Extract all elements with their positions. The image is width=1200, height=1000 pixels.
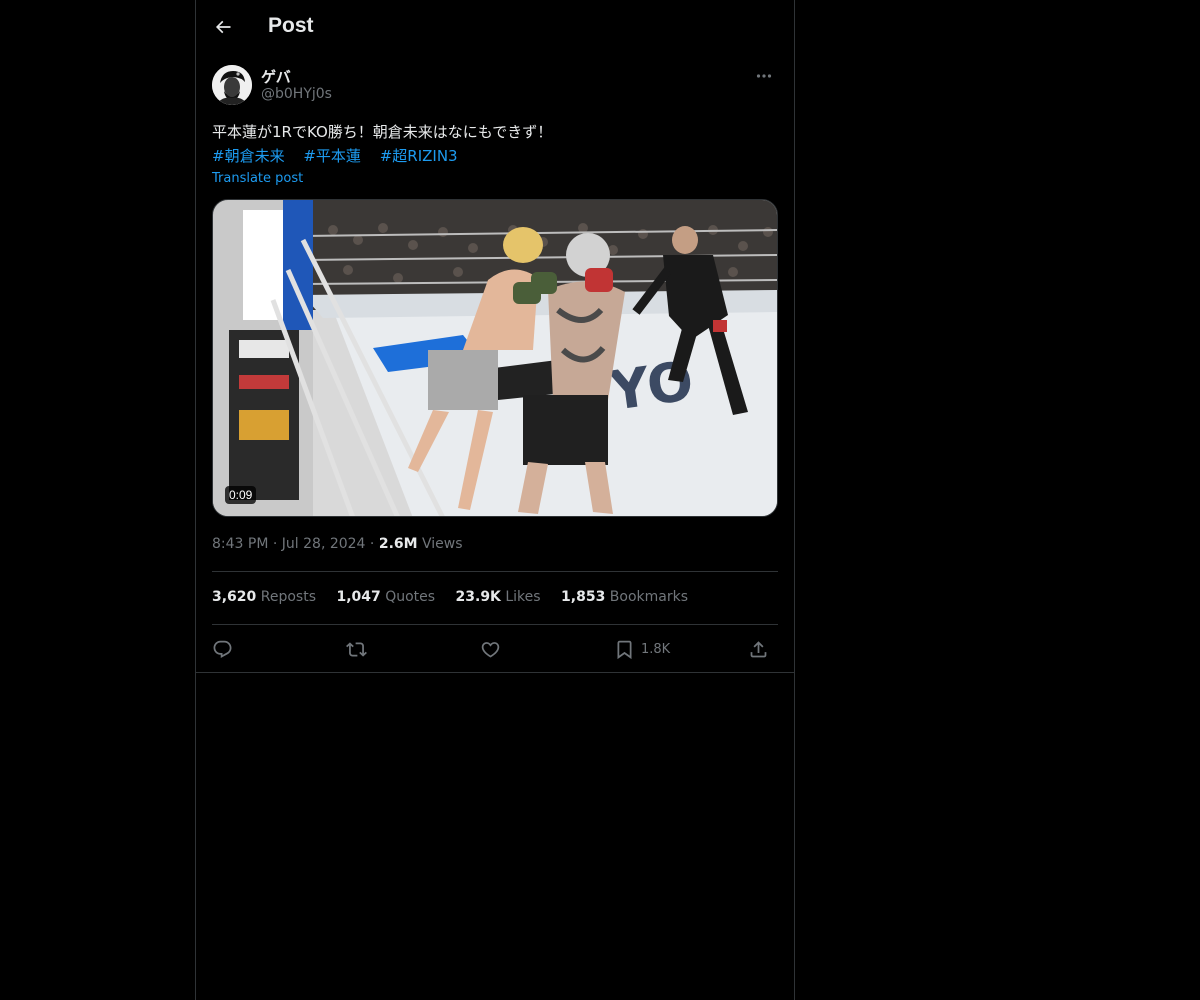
views-label: Views xyxy=(422,536,463,552)
post-date[interactable]: Jul 28, 2024 xyxy=(282,536,366,552)
post-stats: 3,620 Reposts 1,047 Quotes 23.9K Likes 1… xyxy=(212,589,704,605)
bookmark-icon xyxy=(617,640,632,659)
share-button[interactable] xyxy=(748,636,769,662)
page-title: Post xyxy=(268,14,314,37)
video-player[interactable]: YO 0:09 xyxy=(212,199,778,517)
bookmarks-stat[interactable]: 1,853 Bookmarks xyxy=(561,589,688,605)
action-bar: 1.8K xyxy=(212,636,778,662)
divider xyxy=(212,624,778,625)
divider xyxy=(212,571,778,572)
hashtag-list: #朝倉未来 #平本蓮 #超RIZIN3 xyxy=(212,144,472,168)
post-time[interactable]: 8:43 PM xyxy=(212,536,268,552)
more-dots-icon xyxy=(756,74,772,78)
hashtag-link[interactable]: #朝倉未来 xyxy=(212,147,285,165)
bookmark-count: 1.8K xyxy=(641,641,671,657)
post-text: 平本蓮が1RでKO勝ち！朝倉未来はなにもできず！ xyxy=(212,123,553,141)
bookmarks-label: Bookmarks xyxy=(609,589,688,605)
avatar[interactable] xyxy=(212,65,252,105)
divider xyxy=(196,672,794,673)
page-header: Post xyxy=(196,0,794,54)
post-metadata: 8:43 PM · Jul 28, 2024 · 2.6M Views xyxy=(212,536,463,552)
hashtag-link[interactable]: #平本蓮 xyxy=(303,147,361,165)
repost-button[interactable] xyxy=(346,636,367,662)
post-author: ゲバ @b0HYj0s xyxy=(212,64,778,108)
more-options-button[interactable] xyxy=(750,66,778,86)
reposts-count: 3,620 xyxy=(212,589,257,605)
reposts-stat[interactable]: 3,620 Reposts xyxy=(212,589,316,605)
likes-count: 23.9K xyxy=(455,589,501,605)
video-duration: 0:09 xyxy=(225,486,257,504)
reply-button[interactable] xyxy=(212,636,233,662)
back-button[interactable] xyxy=(209,13,237,41)
likes-label: Likes xyxy=(505,589,541,605)
heart-icon xyxy=(481,641,500,658)
reply-icon xyxy=(213,640,232,658)
quotes-stat[interactable]: 1,047 Quotes xyxy=(336,589,435,605)
share-icon xyxy=(750,640,767,657)
author-name[interactable]: ゲバ xyxy=(261,66,291,87)
meta-separator: · xyxy=(272,536,282,552)
repost-icon xyxy=(346,641,367,657)
reposts-label: Reposts xyxy=(260,589,316,605)
bookmarks-count: 1,853 xyxy=(561,589,606,605)
translate-post-link[interactable]: Translate post xyxy=(212,171,303,186)
quotes-count: 1,047 xyxy=(336,589,381,605)
views-count: 2.6M xyxy=(378,536,418,552)
hashtag-link[interactable]: #超RIZIN3 xyxy=(380,147,458,165)
meta-separator: · xyxy=(369,536,379,552)
like-button[interactable] xyxy=(480,636,501,662)
video-thumbnail: YO xyxy=(213,200,777,516)
author-handle[interactable]: @b0HYj0s xyxy=(261,86,332,102)
arrow-left-icon xyxy=(215,20,231,34)
likes-stat[interactable]: 23.9K Likes xyxy=(456,589,541,605)
post-column: Post ゲバ @b0HYj0s 平本蓮が1RでKO勝ち！朝倉未来はなにもできず… xyxy=(195,0,795,1000)
bookmark-button[interactable]: 1.8K xyxy=(614,636,670,662)
quotes-label: Quotes xyxy=(385,589,436,605)
